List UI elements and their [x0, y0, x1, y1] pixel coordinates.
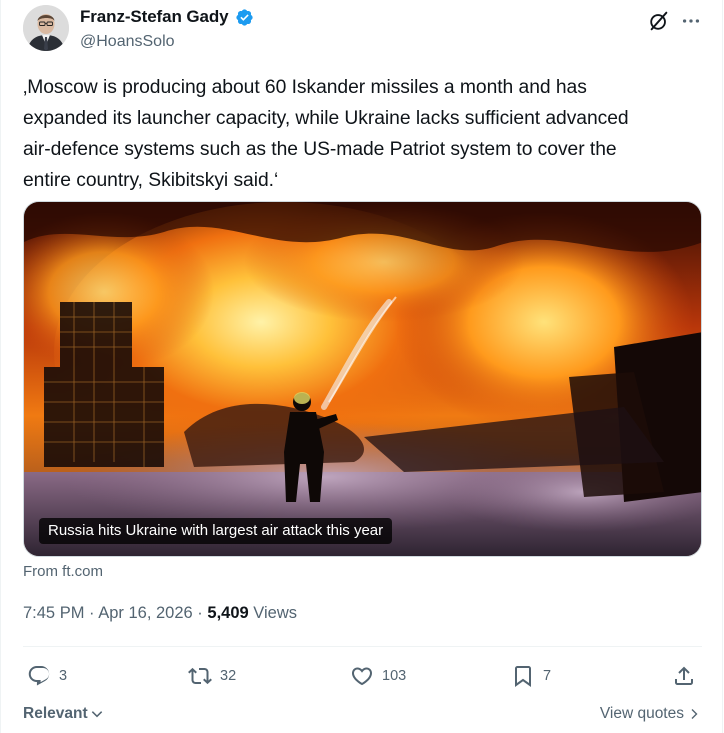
bookmark-button[interactable]: 7 — [511, 664, 551, 688]
card-source-link[interactable]: From ft.com — [23, 563, 103, 580]
avatar[interactable] — [23, 5, 69, 51]
chevron-right-icon — [691, 709, 698, 719]
like-count: 103 — [382, 668, 407, 684]
bookmark-count: 7 — [543, 668, 552, 684]
repost-icon — [188, 667, 212, 685]
chevron-down-icon — [91, 711, 102, 718]
meta-separator: · — [192, 604, 208, 622]
link-card-image[interactable]: Russia hits Ukraine with largest air att… — [23, 201, 702, 557]
share-button[interactable] — [672, 664, 696, 688]
views-count: 5,409 — [207, 604, 249, 622]
sort-replies-dropdown[interactable]: Relevant — [23, 705, 104, 723]
view-quotes-label: View quotes — [599, 705, 684, 722]
view-quotes-link[interactable]: View quotes — [600, 705, 700, 723]
card-caption: Russia hits Ukraine with largest air att… — [39, 518, 393, 544]
more-icon[interactable] — [680, 12, 702, 30]
repost-button[interactable]: 32 — [188, 664, 236, 688]
tweet-date[interactable]: Apr 16, 2026 — [98, 604, 193, 622]
author-display-name[interactable]: Franz-Stefan Gady — [80, 7, 229, 27]
tweet-time[interactable]: 7:45 PM — [23, 604, 84, 622]
divider — [23, 646, 702, 647]
right-border — [722, 0, 723, 733]
sort-label: Relevant — [23, 705, 88, 722]
like-button[interactable]: 103 — [350, 664, 406, 688]
verified-badge-icon — [235, 8, 253, 26]
tweet-detail: Franz-Stefan Gady @HoansSolo ‚Moscow is … — [0, 0, 724, 733]
bookmark-icon — [515, 666, 531, 687]
heart-icon — [351, 667, 373, 686]
reply-button[interactable]: 3 — [27, 664, 67, 688]
tweet-text: ‚Moscow is producing about 60 Iskander m… — [23, 77, 629, 191]
share-icon — [675, 666, 693, 685]
meta-separator: · — [84, 604, 99, 622]
left-border — [0, 0, 1, 733]
reply-icon — [28, 666, 50, 686]
author-name-row[interactable]: Franz-Stefan Gady — [80, 7, 254, 27]
reply-count: 3 — [59, 668, 68, 684]
repost-count: 32 — [220, 668, 237, 684]
fire-photo — [24, 202, 701, 556]
tweet-meta: 7:45 PM · Apr 16, 2026 · 5,409 Views — [23, 604, 297, 623]
grok-icon[interactable] — [648, 10, 670, 32]
views-label: Views — [248, 604, 297, 622]
author-handle[interactable]: @HoansSolo — [80, 33, 175, 51]
